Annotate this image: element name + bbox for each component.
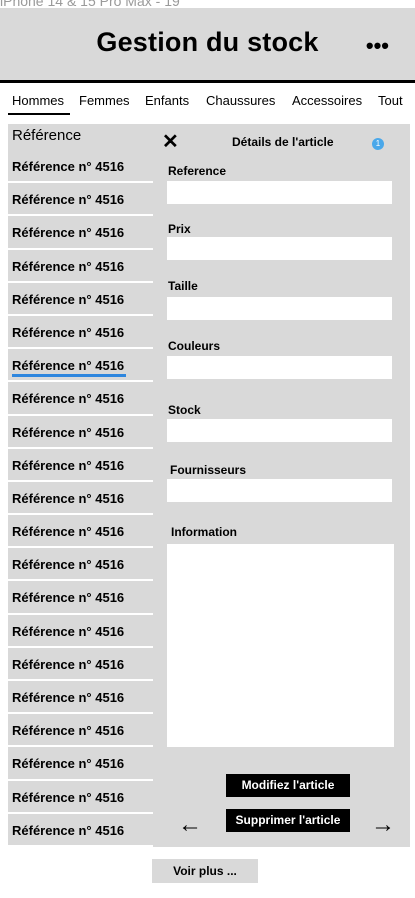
list-item-label: Référence n° 4516: [12, 690, 125, 705]
list-item-label: Référence n° 4516: [12, 457, 125, 473]
list-item[interactable]: Référence n° 4516: [8, 747, 153, 781]
reference-field[interactable]: [167, 181, 392, 204]
list-item-label: Référence n° 4516: [12, 391, 125, 407]
info-badge[interactable]: 1: [372, 138, 384, 150]
app-header: Gestion du stock •••: [0, 8, 415, 80]
tab-accessoires[interactable]: Accessoires: [292, 93, 362, 108]
list-item[interactable]: Référence n° 4516: [8, 781, 153, 814]
list-item[interactable]: Référence n° 4516: [8, 714, 153, 748]
list-item-label: Référence n° 4516: [12, 623, 125, 639]
article-details-panel: ✕ Détails de l'article 1 Reference Prix …: [153, 130, 410, 847]
category-tabs: Hommes Femmes Enfants Chaussures Accesso…: [0, 83, 415, 123]
page-title: Gestion du stock: [96, 27, 319, 57]
list-item[interactable]: Référence n° 4516: [8, 216, 153, 250]
list-item-label: Référence n° 4516: [12, 789, 125, 805]
fournisseurs-label: Fournisseurs: [170, 463, 247, 477]
information-label: Information: [171, 525, 237, 539]
tab-tout[interactable]: Tout: [378, 93, 403, 108]
list-item-label: Référence n° 4516: [12, 656, 125, 672]
arrow-right-icon[interactable]: →: [371, 813, 395, 837]
tab-femmes[interactable]: Femmes: [79, 93, 130, 108]
close-icon[interactable]: ✕: [162, 132, 179, 152]
fournisseurs-field[interactable]: [167, 479, 392, 502]
list-item-label: Référence n° 4516: [12, 424, 125, 440]
tab-enfants[interactable]: Enfants: [145, 93, 189, 108]
list-item[interactable]: Référence n° 4516: [8, 150, 153, 184]
list-item[interactable]: Référence n° 4516: [8, 250, 153, 283]
prix-field[interactable]: [167, 237, 392, 260]
list-item-label: Référence n° 4516: [12, 324, 125, 340]
list-item-label: Référence n° 4516: [12, 291, 125, 307]
list-item[interactable]: Référence n° 4516: [8, 615, 153, 648]
list-item-label: Référence n° 4516: [12, 358, 127, 378]
reference-list: Référence n° 4516 Référence n° 4516 Réfé…: [8, 150, 153, 847]
list-item[interactable]: Référence n° 4516: [8, 581, 153, 615]
prix-label: Prix: [168, 222, 191, 236]
list-item[interactable]: Référence n° 4516: [8, 449, 153, 482]
tab-hommes[interactable]: Hommes: [7, 93, 71, 115]
list-item[interactable]: Référence n° 4516: [8, 648, 153, 681]
list-item-label: Référence n° 4516: [12, 557, 125, 573]
list-item[interactable]: Référence n° 4516: [8, 283, 153, 316]
list-item[interactable]: Référence n° 4516: [8, 681, 153, 715]
list-item[interactable]: Référence n° 4516: [8, 183, 153, 217]
frame-label: iPhone 14 & 15 Pro Max - 19: [0, 0, 180, 8]
taille-label: Taille: [168, 279, 198, 293]
stock-label: Stock: [168, 403, 201, 417]
list-item-selected[interactable]: Référence n° 4516: [8, 349, 153, 383]
list-item[interactable]: Référence n° 4516: [8, 316, 153, 350]
panel-title: Détails de l'article: [232, 135, 334, 149]
list-item-label: Référence n° 4516: [12, 258, 125, 274]
more-icon[interactable]: •••: [366, 35, 389, 57]
list-item[interactable]: Référence n° 4516: [8, 416, 153, 449]
list-item-label: Référence n° 4516: [12, 756, 125, 772]
list-header: Référence: [12, 127, 82, 144]
list-item-label: Référence n° 4516: [12, 159, 125, 174]
list-item-label: Référence n° 4516: [12, 723, 125, 739]
tab-chaussures[interactable]: Chaussures: [206, 93, 275, 108]
reference-label: Reference: [168, 164, 227, 178]
taille-field[interactable]: [167, 297, 392, 320]
modify-article-button[interactable]: Modifiez l'article: [226, 774, 350, 797]
stock-field[interactable]: [167, 419, 392, 442]
list-item-label: Référence n° 4516: [12, 590, 125, 606]
information-field[interactable]: [167, 544, 394, 747]
list-item-label: Référence n° 4516: [12, 490, 125, 506]
list-item-label: Référence n° 4516: [12, 225, 125, 241]
list-item[interactable]: Référence n° 4516: [8, 482, 153, 516]
see-more-button[interactable]: Voir plus ...: [152, 859, 258, 883]
list-item-label: Référence n° 4516: [12, 822, 125, 838]
list-item-label: Référence n° 4516: [12, 524, 125, 540]
arrow-left-icon[interactable]: ←: [178, 813, 202, 837]
list-item-label: Référence n° 4516: [12, 192, 125, 208]
list-item[interactable]: Référence n° 4516: [8, 515, 153, 549]
list-item[interactable]: Référence n° 4516: [8, 382, 153, 416]
list-item[interactable]: Référence n° 4516: [8, 814, 153, 847]
delete-article-button[interactable]: Supprimer l'article: [226, 809, 350, 832]
list-item[interactable]: Référence n° 4516: [8, 548, 153, 582]
couleurs-field[interactable]: [167, 356, 392, 379]
couleurs-label: Couleurs: [168, 339, 221, 353]
